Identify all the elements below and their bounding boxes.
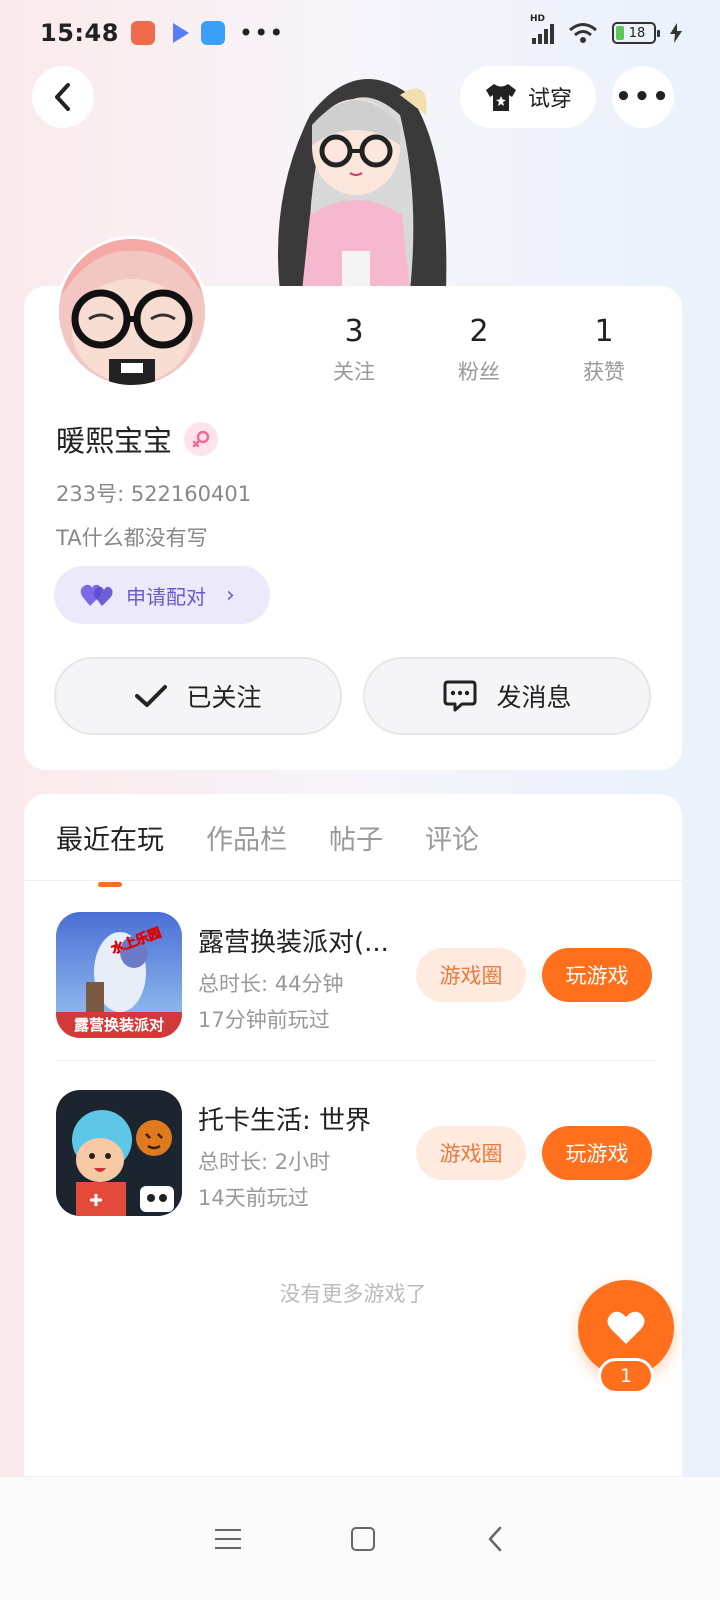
profile-tabs: 最近在玩 作品栏 帖子 评论: [56, 818, 479, 857]
more-options-button[interactable]: •••: [612, 66, 674, 128]
game-title[interactable]: 露营换装派对(...: [198, 922, 389, 959]
chevron-right-icon: ›: [226, 582, 235, 608]
game-total-time: 总时长: 2小时: [198, 1150, 331, 1174]
row-divider: [56, 1060, 656, 1061]
battery-icon: 18: [612, 22, 660, 44]
chevron-left-icon: [55, 83, 70, 111]
system-nav-bar: [0, 1476, 720, 1600]
game-last-played: 14天前玩过: [198, 1186, 309, 1210]
more-dots-icon: •••: [615, 82, 671, 112]
stat-following[interactable]: 3 关注: [299, 312, 409, 386]
tab-comments[interactable]: 评论: [425, 818, 479, 857]
more-notifications-icon: •••: [238, 19, 285, 47]
nickname: 暖熙宝宝: [56, 424, 173, 458]
try-on-button[interactable]: 试穿: [460, 66, 596, 128]
play-store-icon: [172, 23, 189, 43]
double-heart-icon: [80, 584, 113, 606]
female-gender-icon: [184, 422, 219, 456]
game-circle-button[interactable]: 游戏圈: [416, 948, 526, 1002]
followed-button[interactable]: 已关注: [54, 657, 342, 735]
charging-icon: [670, 23, 682, 43]
status-time: 15:48: [40, 19, 119, 47]
tab-posts[interactable]: 帖子: [329, 818, 383, 857]
user-bio: TA什么都没有写: [56, 526, 208, 550]
nickname-row: 暖熙宝宝: [56, 418, 219, 460]
tab-works[interactable]: 作品栏: [206, 818, 287, 857]
heart-icon: [607, 1311, 645, 1344]
wifi-icon: [569, 23, 597, 43]
game-list-item[interactable]: 托卡生活: 世界 总时长: 2小时 14天前玩过 游戏圈 玩游戏: [56, 1090, 656, 1220]
nav-back-icon[interactable]: [485, 1525, 505, 1553]
request-pair-button[interactable]: 申请配对 ›: [54, 566, 270, 624]
send-message-button[interactable]: 发消息: [363, 657, 651, 735]
followed-label: 已关注: [186, 683, 262, 712]
game-total-time: 总时长: 44分钟: [198, 972, 344, 996]
send-message-label: 发消息: [496, 683, 572, 712]
recent-apps-icon[interactable]: [215, 1528, 241, 1549]
stat-likes-value: 1: [594, 314, 614, 349]
stat-likes-label: 获赞: [583, 360, 625, 384]
chat-bubble-icon: [443, 680, 477, 712]
game-last-played: 17分钟前玩过: [198, 1008, 330, 1032]
profile-stats: 3 关注 2 粉丝 1 获赞: [299, 312, 659, 386]
notification-app-icon: [130, 21, 155, 45]
back-button[interactable]: [32, 66, 94, 128]
stat-likes[interactable]: 1 获赞: [549, 312, 659, 386]
home-icon[interactable]: [351, 1526, 375, 1551]
game-circle-button[interactable]: 游戏圈: [416, 1126, 526, 1180]
game-title[interactable]: 托卡生活: 世界: [198, 1100, 371, 1137]
game-icon-camping-party[interactable]: 水上乐园 露营换装派对: [56, 912, 182, 1038]
game-icon-banner-bottom: 露营换装派对: [74, 1016, 164, 1034]
game-icon-toca-life[interactable]: [56, 1090, 182, 1216]
avatar[interactable]: [56, 236, 208, 388]
signal-icon: HD: [530, 14, 554, 44]
play-game-button[interactable]: 玩游戏: [542, 1126, 652, 1180]
avatar-3d-figure: [250, 55, 462, 291]
stat-fans-label: 粉丝: [458, 360, 500, 384]
notification-app-icon-2: [200, 21, 225, 45]
stat-following-label: 关注: [333, 360, 375, 384]
games-card: 最近在玩 作品栏 帖子 评论 水上乐园 露营换装派对 露营换装派对(... 总时…: [24, 794, 682, 1494]
tabs-divider: [24, 880, 682, 881]
user-id: 233号: 522160401: [56, 482, 252, 506]
stat-following-value: 3: [344, 314, 364, 349]
request-pair-label: 申请配对: [126, 584, 206, 609]
game-list-item[interactable]: 水上乐园 露营换装派对 露营换装派对(... 总时长: 44分钟 17分钟前玩过…: [56, 912, 656, 1042]
tab-recently-played[interactable]: 最近在玩: [56, 818, 164, 857]
try-on-label: 试穿: [527, 87, 572, 112]
checkmark-icon: [135, 685, 168, 707]
play-game-button[interactable]: 玩游戏: [542, 948, 652, 1002]
stat-fans-value: 2: [469, 314, 489, 349]
stat-fans[interactable]: 2 粉丝: [424, 312, 534, 386]
like-count-badge: 1: [598, 1358, 654, 1394]
tshirt-icon: [485, 84, 516, 111]
